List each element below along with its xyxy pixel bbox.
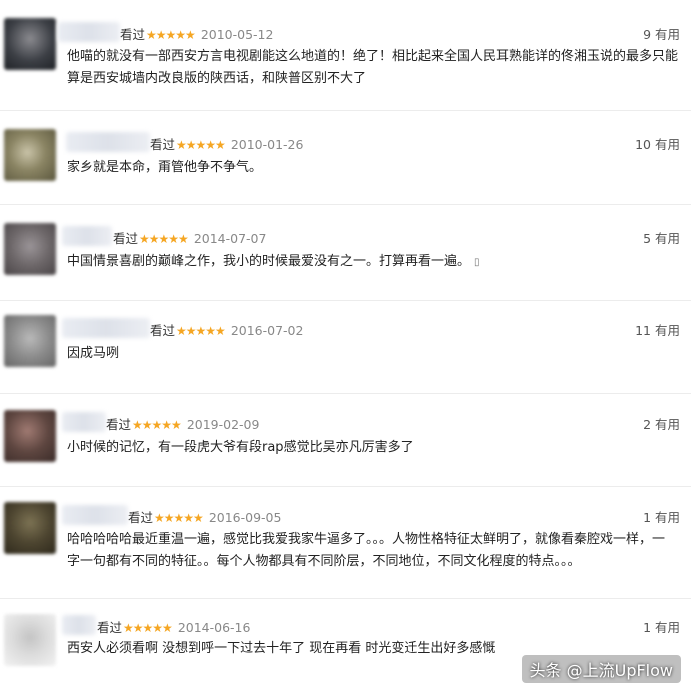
username-blurred[interactable] — [62, 615, 96, 635]
watched-label: 看过 — [113, 231, 139, 246]
helpful-votes[interactable]: 5 有用 — [643, 228, 680, 247]
rating-stars: ★★★★★ — [123, 621, 173, 635]
watched-label: 看过 — [150, 323, 176, 338]
username-blurred[interactable] — [62, 412, 106, 432]
comment-text: 哈哈哈哈哈最近重温一遍，感觉比我爱我家牛逼多了。。。人物性格特征太鲜明了，就像看… — [67, 529, 681, 572]
comment-text: 他喵的就没有一部西安方言电视剧能这么地道的！绝了！相比起来全国人民耳熟能详的佟湘… — [67, 46, 681, 89]
comment-line: 字一句都有不同的特征。。每个人物都具有不同阶层，不同地位，不同文化程度的特点。。… — [67, 553, 581, 569]
avatar[interactable] — [4, 410, 56, 462]
watched-label: 看过 — [97, 620, 123, 635]
helpful-votes[interactable]: 11 有用 — [635, 320, 680, 339]
comment-date: 2014-07-07 — [193, 231, 267, 246]
username-blurred[interactable] — [58, 22, 120, 42]
comment-text: 因成马咧 — [67, 343, 681, 365]
comment-line: 家乡就是本命，甭管他争不争气。 — [67, 160, 263, 175]
rating-meta: 看过★★★★★ 2014-06-16 — [97, 617, 250, 636]
rating-meta: 看过★★★★★ 2014-07-07 — [113, 228, 266, 247]
avatar[interactable] — [4, 315, 56, 367]
watched-label: 看过 — [128, 510, 154, 525]
comment-date: 2010-01-26 — [230, 137, 304, 152]
helpful-votes[interactable]: 10 有用 — [635, 134, 680, 153]
comment-date: 2016-09-05 — [208, 510, 282, 525]
rating-stars: ★★★★★ — [176, 324, 226, 338]
rating-meta: 看过★★★★★ 2010-01-26 — [150, 134, 303, 153]
helpful-votes[interactable]: 2 有用 — [643, 414, 680, 433]
comment-date: 2019-02-09 — [186, 417, 260, 432]
comment-date: 2014-06-16 — [177, 620, 251, 635]
rating-stars: ★★★★★ — [154, 511, 204, 525]
comment-text: 家乡就是本命，甭管他争不争气。 — [67, 157, 681, 179]
separator — [0, 300, 691, 301]
comment-date: 2010-05-12 — [200, 27, 274, 42]
username-blurred[interactable] — [66, 132, 150, 152]
avatar[interactable] — [4, 223, 56, 275]
helpful-votes[interactable]: 1 有用 — [643, 507, 680, 526]
comment-line: 他喵的就没有一部西安方言电视剧能这么地道的！绝了！相比起来全国人民耳熟能详的佟湘… — [67, 49, 679, 64]
comment-line: 因成马咧 — [67, 346, 120, 361]
watermark-label: 头条 @上流UpFlow — [521, 655, 681, 683]
username-blurred[interactable] — [62, 226, 112, 246]
comment-date: 2016-07-02 — [230, 323, 304, 338]
rating-stars: ★★★★★ — [146, 28, 196, 42]
avatar[interactable] — [4, 614, 56, 666]
comment-text: 小时候的记忆，有一段虎大爷有段rap感觉比吴亦凡厉害多了 — [67, 437, 681, 459]
watched-label: 看过 — [150, 137, 176, 152]
watched-label: 看过 — [120, 27, 146, 42]
comment-text: 中国情景喜剧的巅峰之作，我小的时候最爱没有之一。打算再看一遍。 ▯ — [67, 251, 681, 274]
avatar[interactable] — [4, 129, 56, 181]
helpful-votes[interactable]: 9 有用 — [643, 24, 680, 43]
comment-line: 哈哈哈哈哈最近重温一遍，感觉比我爱我家牛逼多了。。。人物性格特征太鲜明了，就像看… — [67, 532, 666, 547]
avatar[interactable] — [4, 502, 56, 554]
comment-line-text: 中国情景喜剧的巅峰之作，我小的时候最爱没有之一。打算再看一遍。 — [67, 254, 471, 269]
helpful-votes[interactable]: 1 有用 — [643, 617, 680, 636]
rating-meta: 看过★★★★★ 2019-02-09 — [106, 414, 259, 433]
separator — [0, 598, 691, 599]
comment-line: 中国情景喜剧的巅峰之作，我小的时候最爱没有之一。打算再看一遍。 ▯ — [67, 251, 681, 274]
username-blurred[interactable] — [62, 505, 128, 525]
rating-meta: 看过★★★★★ 2016-07-02 — [150, 320, 303, 339]
separator — [0, 204, 691, 205]
rating-stars: ★★★★★ — [176, 138, 226, 152]
rating-stars: ★★★★★ — [132, 418, 182, 432]
separator — [0, 486, 691, 487]
separator — [0, 110, 691, 111]
rating-meta: 看过★★★★★ 2016-09-05 — [128, 507, 281, 526]
mobile-phone-icon: ▯ — [474, 257, 480, 268]
username-blurred[interactable] — [62, 318, 150, 338]
watched-label: 看过 — [106, 417, 132, 432]
avatar[interactable] — [4, 18, 56, 70]
rating-meta: 看过★★★★★ 2010-05-12 — [120, 24, 273, 43]
comment-line: 小时候的记忆，有一段虎大爷有段rap感觉比吴亦凡厉害多了 — [67, 440, 414, 455]
separator — [0, 393, 691, 394]
comment-line: 算是西安城墙内改良版的陕西话，和陕普区别不大了 — [67, 70, 367, 86]
rating-stars: ★★★★★ — [139, 232, 189, 246]
